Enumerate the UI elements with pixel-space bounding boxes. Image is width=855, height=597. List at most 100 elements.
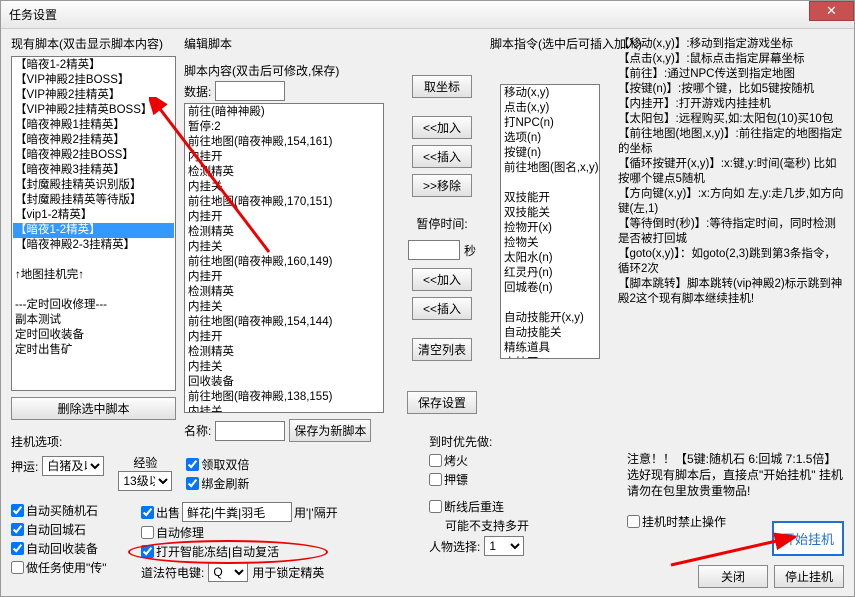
script-item[interactable]: ↑地图挂机完↑	[13, 268, 174, 283]
level-select[interactable]: 13级以	[118, 471, 172, 491]
smart-frozen-checkbox[interactable]	[141, 545, 154, 558]
yabiao-checkbox[interactable]	[429, 473, 442, 486]
script-line[interactable]: 回收装备	[186, 375, 382, 390]
clear-list-button[interactable]: 清空列表	[412, 338, 472, 361]
sell-checkbox[interactable]	[141, 506, 154, 519]
script-item[interactable]: 【暗夜神殿2-3挂精英】	[13, 238, 174, 253]
script-item[interactable]: 副本测试	[13, 313, 174, 328]
auto-buy-stone-checkbox[interactable]	[11, 504, 24, 517]
script-line[interactable]: 检测精英	[186, 345, 382, 360]
script-line[interactable]: 前往地图(暗夜神殿,138,155)	[186, 390, 382, 405]
task-settings-window: 任务设置 ✕ 现有脚本(双击显示脚本内容) 【暗夜1-2精英】【VIP神殿2挂B…	[0, 0, 855, 597]
yayun-select[interactable]: 白猪及以	[42, 456, 104, 476]
reconnect-checkbox[interactable]	[429, 500, 442, 513]
script-line[interactable]: 内挂关	[186, 240, 382, 255]
script-item[interactable]: 【VIP神殿2挂精英】	[13, 88, 174, 103]
command-item[interactable]: 回城卷(n)	[502, 281, 598, 296]
help-text: 【移动(x,y)】:移动到指定游戏坐标【点击(x,y)】:鼠标点击指定屏幕坐标【…	[618, 35, 844, 307]
command-item[interactable]: 移动(x,y)	[502, 86, 598, 101]
command-item[interactable]	[502, 176, 598, 191]
script-item[interactable]: 【暗夜神殿2挂BOSS】	[13, 148, 174, 163]
kaohuo-checkbox[interactable]	[429, 454, 442, 467]
remove-button[interactable]: >>移除	[412, 174, 472, 197]
command-item[interactable]: 精练道具	[502, 341, 598, 356]
script-item[interactable]: 【暗夜神殿2挂精英】	[13, 133, 174, 148]
command-item[interactable]: 太阳水(n)	[502, 251, 598, 266]
count-input[interactable]	[215, 81, 285, 101]
double-reward-checkbox[interactable]	[186, 458, 199, 471]
script-line[interactable]: 内挂开	[186, 270, 382, 285]
command-item[interactable]: 内挂开	[502, 356, 598, 359]
script-line[interactable]: 前往地图(暗夜神殿,170,151)	[186, 195, 382, 210]
auto-repair-checkbox[interactable]	[141, 526, 154, 539]
auto-back-city-checkbox[interactable]	[11, 523, 24, 536]
script-line[interactable]: 内挂开	[186, 210, 382, 225]
script-line[interactable]: 前往地图(暗夜神殿,154,144)	[186, 315, 382, 330]
save-settings-button[interactable]: 保存设置	[407, 391, 477, 414]
close-icon[interactable]: ✕	[809, 1, 854, 21]
script-item[interactable]: 【VIP神殿2挂BOSS】	[13, 73, 174, 88]
command-item[interactable]: 打NPC(n)	[502, 116, 598, 131]
add2-button[interactable]: <<加入	[412, 268, 472, 291]
auto-recycle-checkbox[interactable]	[11, 542, 24, 555]
close-button[interactable]: 关闭	[698, 565, 768, 588]
script-item[interactable]	[13, 253, 174, 268]
stop-hanging-button[interactable]: 停止挂机	[774, 565, 844, 588]
command-item[interactable]: 捡物关	[502, 236, 598, 251]
script-item[interactable]: ---定时回收修理---	[13, 298, 174, 313]
script-line[interactable]: 前往地图(暗夜神殿,154,161)	[186, 135, 382, 150]
script-line[interactable]: 检测精英	[186, 225, 382, 240]
command-item[interactable]: 选项(n)	[502, 131, 598, 146]
script-item[interactable]: 【暗夜1-2精英】	[13, 58, 174, 73]
script-line[interactable]: 检测精英	[186, 165, 382, 180]
sell-items-input[interactable]	[182, 502, 292, 522]
script-item[interactable]: 定时出售矿	[13, 343, 174, 358]
script-line[interactable]: 内挂关	[186, 405, 382, 413]
script-line[interactable]: 内挂开	[186, 150, 382, 165]
script-line[interactable]: 前往地图(暗夜神殿,160,149)	[186, 255, 382, 270]
script-content-listbox[interactable]: 前往(暗神神殿)暂停:2前往地图(暗夜神殿,154,161)内挂开检测精英内挂关…	[184, 103, 384, 413]
pause-input[interactable]	[408, 240, 460, 260]
script-line[interactable]: 暂停:2	[186, 120, 382, 135]
script-item[interactable]: 【VIP神殿2挂精英BOSS】	[13, 103, 174, 118]
script-line[interactable]: 前往(暗神神殿)	[186, 105, 382, 120]
script-item[interactable]: 【暗夜神殿1挂精英】	[13, 118, 174, 133]
script-line[interactable]: 内挂开	[186, 330, 382, 345]
command-item[interactable]: 红灵丹(n)	[502, 266, 598, 281]
script-item[interactable]: 定时回收装备	[13, 328, 174, 343]
command-item[interactable]: 捡物开(x)	[502, 221, 598, 236]
command-item[interactable]: 按键(n)	[502, 146, 598, 161]
command-item[interactable]: 双技能关	[502, 206, 598, 221]
insert-button[interactable]: <<插入	[412, 145, 472, 168]
script-item[interactable]: 【暗夜1-2精英】	[13, 223, 174, 238]
delete-script-button[interactable]: 删除选中脚本	[11, 397, 176, 420]
command-item[interactable]: 双技能开	[502, 191, 598, 206]
titlebar: 任务设置 ✕	[1, 1, 854, 29]
command-item[interactable]	[502, 296, 598, 311]
script-line[interactable]: 检测精英	[186, 285, 382, 300]
task-teleport-checkbox[interactable]	[11, 561, 24, 574]
command-item[interactable]: 前往地图(图名,x,y)	[502, 161, 598, 176]
command-item[interactable]: 自动技能开(x,y)	[502, 311, 598, 326]
start-hanging-button[interactable]: 开始挂机	[772, 521, 844, 556]
script-line[interactable]: 内挂关	[186, 180, 382, 195]
script-item[interactable]: 【暗夜神殿3挂精英】	[13, 163, 174, 178]
command-item[interactable]: 自动技能关	[502, 326, 598, 341]
insert2-button[interactable]: <<插入	[412, 297, 472, 320]
forbid-checkbox[interactable]	[627, 515, 640, 528]
command-item[interactable]: 点击(x,y)	[502, 101, 598, 116]
script-line[interactable]: 内挂关	[186, 360, 382, 375]
add-button[interactable]: <<加入	[412, 116, 472, 139]
commands-listbox[interactable]: 移动(x,y)点击(x,y)打NPC(n)选项(n)按键(n)前往地图(图名,x…	[500, 84, 600, 359]
bind-refresh-checkbox[interactable]	[186, 477, 199, 490]
get-coord-button[interactable]: 取坐标	[412, 75, 472, 98]
script-item[interactable]	[13, 283, 174, 298]
script-item[interactable]: 【封魔殿挂精英等待版】	[13, 193, 174, 208]
script-line[interactable]: 内挂关	[186, 300, 382, 315]
daofa-key-select[interactable]: Q	[208, 562, 248, 582]
char-select[interactable]: 1	[484, 536, 524, 556]
scripts-listbox[interactable]: 【暗夜1-2精英】【VIP神殿2挂BOSS】【VIP神殿2挂精英】【VIP神殿2…	[11, 56, 176, 391]
script-item[interactable]: 【vip1-2精英】	[13, 208, 174, 223]
script-item[interactable]: 【封魔殿挂精英识别版】	[13, 178, 174, 193]
window-title: 任务设置	[9, 6, 57, 23]
